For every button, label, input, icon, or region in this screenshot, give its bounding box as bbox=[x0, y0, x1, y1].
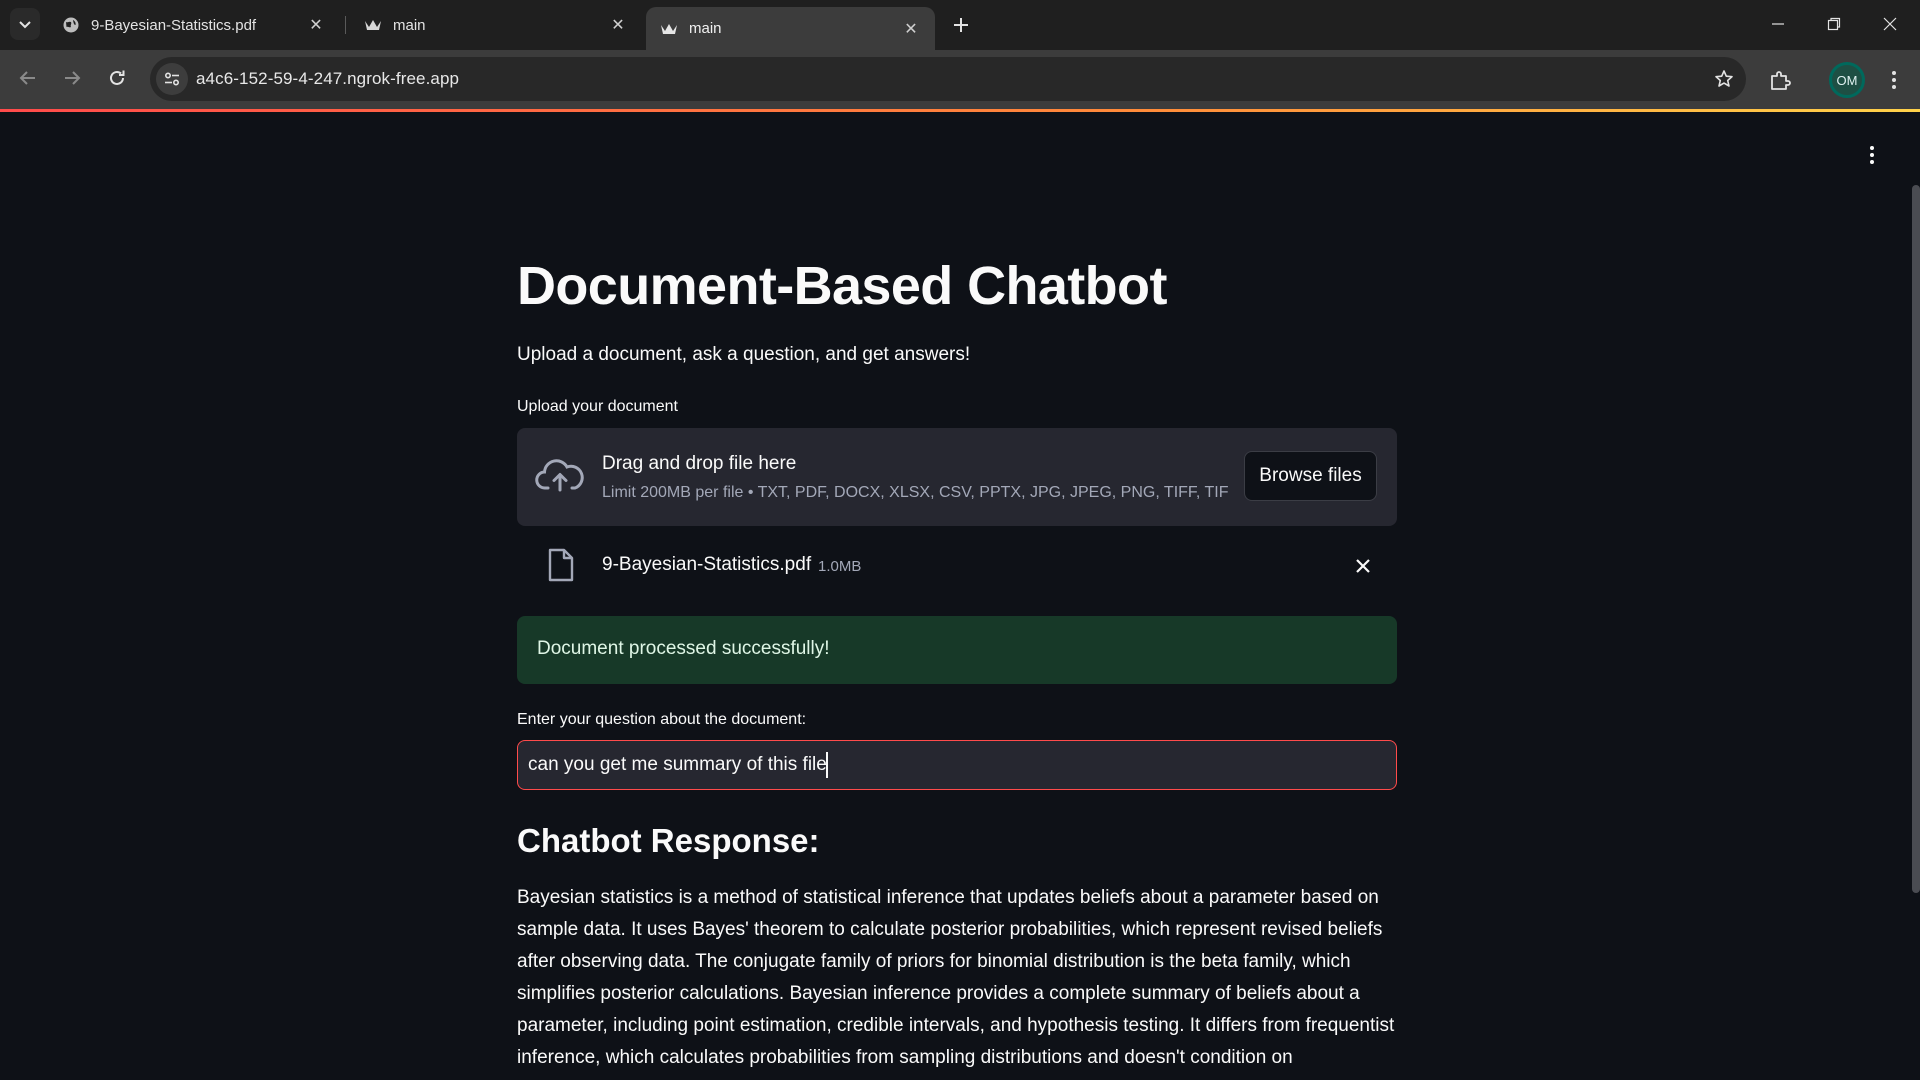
tab-main-1[interactable]: main ✕ bbox=[350, 7, 642, 43]
restore-button[interactable] bbox=[1806, 0, 1862, 48]
streamlit-crown-icon bbox=[660, 20, 678, 38]
response-heading: Chatbot Response: bbox=[517, 822, 820, 859]
more-vert-icon bbox=[1892, 71, 1896, 89]
address-bar[interactable]: a4c6-152-59-4-247.ngrok-free.app bbox=[150, 57, 1746, 101]
tab-search-button[interactable] bbox=[10, 8, 40, 40]
url-text[interactable]: a4c6-152-59-4-247.ngrok-free.app bbox=[196, 69, 459, 89]
tab-strip: 9-Bayesian-Statistics.pdf ✕ main ✕ main … bbox=[0, 0, 1920, 50]
plus-icon bbox=[954, 18, 968, 32]
arrow-right-icon bbox=[65, 71, 81, 85]
close-window-button[interactable] bbox=[1862, 0, 1918, 48]
dropzone-title: Drag and drop file here bbox=[602, 453, 797, 474]
tune-icon bbox=[164, 72, 180, 86]
more-vert-icon bbox=[1870, 146, 1874, 164]
back-button[interactable] bbox=[10, 60, 46, 96]
question-input[interactable] bbox=[517, 740, 1397, 790]
star-icon bbox=[1715, 70, 1733, 87]
text-caret bbox=[826, 752, 828, 778]
tab-bayesian-pdf[interactable]: 9-Bayesian-Statistics.pdf ✕ bbox=[48, 7, 340, 43]
tab-divider bbox=[345, 16, 346, 34]
tab-title: main bbox=[689, 20, 722, 37]
close-icon bbox=[1883, 17, 1897, 31]
close-icon bbox=[1356, 559, 1370, 573]
site-info-button[interactable] bbox=[156, 63, 188, 95]
tab-main-active[interactable]: main ✕ bbox=[646, 7, 935, 50]
bookmark-star-button[interactable] bbox=[1710, 65, 1738, 93]
reload-icon bbox=[110, 70, 125, 85]
extensions-button[interactable] bbox=[1762, 62, 1798, 98]
browser-menu-button[interactable] bbox=[1880, 62, 1908, 98]
page-scrollbar[interactable] bbox=[1912, 185, 1920, 893]
response-text: Bayesian statistics is a method of stati… bbox=[517, 887, 1395, 1068]
tab-close-icon[interactable]: ✕ bbox=[306, 15, 326, 35]
minimize-button[interactable] bbox=[1750, 0, 1806, 48]
profile-initials: OM bbox=[1836, 72, 1858, 88]
remove-file-button[interactable] bbox=[1349, 552, 1377, 580]
arrow-left-icon bbox=[19, 71, 35, 85]
file-icon bbox=[548, 548, 574, 582]
restore-icon bbox=[1827, 17, 1841, 31]
page-title: Document-Based Chatbot bbox=[517, 256, 1167, 316]
tab-close-icon[interactable]: ✕ bbox=[901, 19, 921, 39]
app-main-menu-button[interactable] bbox=[1860, 140, 1884, 170]
success-alert: Document processed successfully! bbox=[517, 616, 1397, 684]
streamlit-status-bar bbox=[0, 109, 1920, 112]
uploaded-file-name: 9-Bayesian-Statistics.pdf bbox=[602, 554, 812, 575]
browse-files-button[interactable]: Browse files bbox=[1244, 451, 1377, 501]
tab-close-icon[interactable]: ✕ bbox=[608, 15, 628, 35]
new-tab-button[interactable] bbox=[946, 10, 976, 40]
tab-title: 9-Bayesian-Statistics.pdf bbox=[91, 16, 257, 34]
upload-label: Upload your document bbox=[517, 398, 678, 415]
globe-icon bbox=[62, 16, 80, 34]
uploaded-file-row: 9-Bayesian-Statistics.pdf 1.0MB bbox=[517, 538, 1397, 594]
dropzone-limit-text: Limit 200MB per file • TXT, PDF, DOCX, X… bbox=[602, 484, 1229, 501]
minimize-icon bbox=[1772, 23, 1784, 25]
puzzle-icon bbox=[1771, 71, 1791, 90]
uploaded-file-size: 1.0MB bbox=[818, 558, 862, 575]
browser-toolbar: a4c6-152-59-4-247.ngrok-free.app OM bbox=[0, 50, 1920, 109]
chevron-down-icon bbox=[19, 21, 31, 29]
question-label: Enter your question about the document: bbox=[517, 711, 807, 728]
profile-avatar[interactable]: OM bbox=[1829, 62, 1865, 98]
tab-title: main bbox=[393, 16, 426, 34]
success-message: Document processed successfully! bbox=[537, 638, 830, 659]
reload-button[interactable] bbox=[99, 60, 135, 96]
page-subtitle: Upload a document, ask a question, and g… bbox=[517, 344, 971, 365]
forward-button[interactable] bbox=[54, 60, 90, 96]
streamlit-crown-icon bbox=[364, 16, 382, 34]
file-dropzone[interactable]: Drag and drop file here Limit 200MB per … bbox=[517, 428, 1397, 526]
cloud-upload-icon bbox=[535, 459, 584, 492]
